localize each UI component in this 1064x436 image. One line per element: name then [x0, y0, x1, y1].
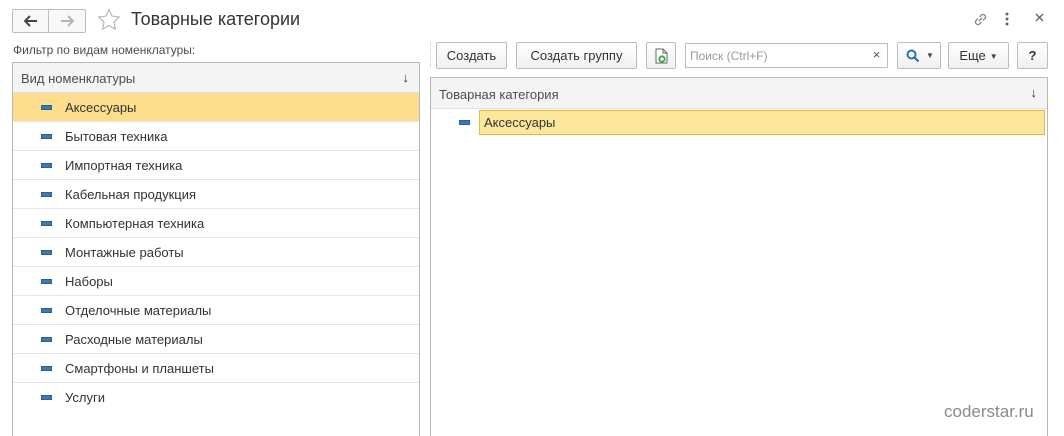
product-category-table[interactable]: Товарная категория ↓ Аксессуары: [430, 77, 1048, 436]
table-header[interactable]: Товарная категория ↓: [431, 78, 1047, 109]
dropdown-caret-icon: ▼: [926, 51, 934, 60]
table-row[interactable]: Смартфоны и планшеты: [13, 354, 419, 383]
favorite-star-icon[interactable]: [97, 8, 121, 31]
forward-button[interactable]: [49, 9, 86, 33]
row-label: Кабельная продукция: [65, 187, 197, 202]
watermark: coderstar.ru: [944, 402, 1034, 421]
list-item-icon: [41, 366, 52, 371]
toolbar-separator: [430, 43, 431, 67]
table-row[interactable]: Кабельная продукция: [13, 180, 419, 209]
table-row[interactable]: Аксессуары: [431, 109, 1047, 138]
search-button[interactable]: ▼: [897, 42, 941, 69]
table-header[interactable]: Вид номенклатуры ↓: [13, 63, 419, 93]
table-row[interactable]: Аксессуары: [13, 93, 419, 122]
table-row[interactable]: Монтажные работы: [13, 238, 419, 267]
filter-label: Фильтр по видам номенклатуры:: [13, 43, 196, 57]
row-label: Монтажные работы: [65, 245, 184, 260]
list-item-icon: [41, 163, 52, 168]
list-item-icon: [41, 192, 52, 197]
dropdown-caret-icon: ▼: [989, 52, 998, 61]
table-row[interactable]: Расходные материалы: [13, 325, 419, 354]
row-label: Аксессуары: [484, 115, 556, 130]
column-header-nomenclature-type: Вид номенклатуры: [21, 71, 136, 86]
row-label: Аксессуары: [65, 100, 137, 115]
help-button[interactable]: ?: [1017, 42, 1048, 69]
list-item-icon: [41, 395, 52, 400]
column-header-product-category: Товарная категория: [439, 87, 559, 102]
list-item-icon: [41, 308, 52, 313]
more-vertical-icon[interactable]: [1004, 11, 1010, 27]
search-icon: [906, 49, 920, 63]
create-group-button[interactable]: Создать группу: [516, 42, 637, 69]
forward-arrow-icon: [61, 15, 74, 27]
row-label: Услуги: [65, 390, 105, 405]
back-button[interactable]: [12, 9, 49, 33]
link-icon[interactable]: [972, 11, 989, 28]
row-label: Отделочные материалы: [65, 303, 212, 318]
back-arrow-icon: [24, 15, 37, 27]
list-item-icon: [41, 337, 52, 342]
table-row[interactable]: Отделочные материалы: [13, 296, 419, 325]
close-icon[interactable]: [1034, 12, 1045, 23]
list-item-icon: [41, 250, 52, 255]
table-row[interactable]: Услуги: [13, 383, 419, 412]
nomenclature-type-table[interactable]: Вид номенклатуры ↓ Аксессуары Бытовая те…: [12, 62, 420, 436]
search-input[interactable]: [686, 44, 862, 67]
list-item-icon: [459, 120, 470, 125]
more-button[interactable]: Еще ▼: [948, 42, 1009, 69]
row-label: Импортная техника: [65, 158, 183, 173]
list-item-icon: [41, 221, 52, 226]
copy-icon: [655, 48, 668, 64]
sort-down-icon: ↓: [402, 70, 410, 85]
copy-button[interactable]: [646, 42, 676, 69]
more-label: Еще: [959, 48, 986, 63]
table-row[interactable]: Наборы: [13, 267, 419, 296]
search-field[interactable]: [685, 43, 867, 68]
search-clear-button[interactable]: ×: [866, 43, 888, 68]
row-label: Наборы: [65, 274, 113, 289]
page-title: Товарные категории: [131, 9, 301, 29]
row-label: Бытовая техника: [65, 129, 168, 144]
create-button[interactable]: Создать: [436, 42, 507, 69]
sort-down-icon: ↓: [1030, 85, 1038, 100]
table-row[interactable]: Импортная техника: [13, 151, 419, 180]
table-row[interactable]: Бытовая техника: [13, 122, 419, 151]
list-item-icon: [41, 134, 52, 139]
row-label: Компьютерная техника: [65, 216, 205, 231]
row-label: Смартфоны и планшеты: [65, 361, 214, 376]
table-row[interactable]: Компьютерная техника: [13, 209, 419, 238]
list-item-icon: [41, 105, 52, 110]
selected-cell[interactable]: Аксессуары: [479, 110, 1045, 135]
list-item-icon: [41, 279, 52, 284]
row-label: Расходные материалы: [65, 332, 203, 347]
